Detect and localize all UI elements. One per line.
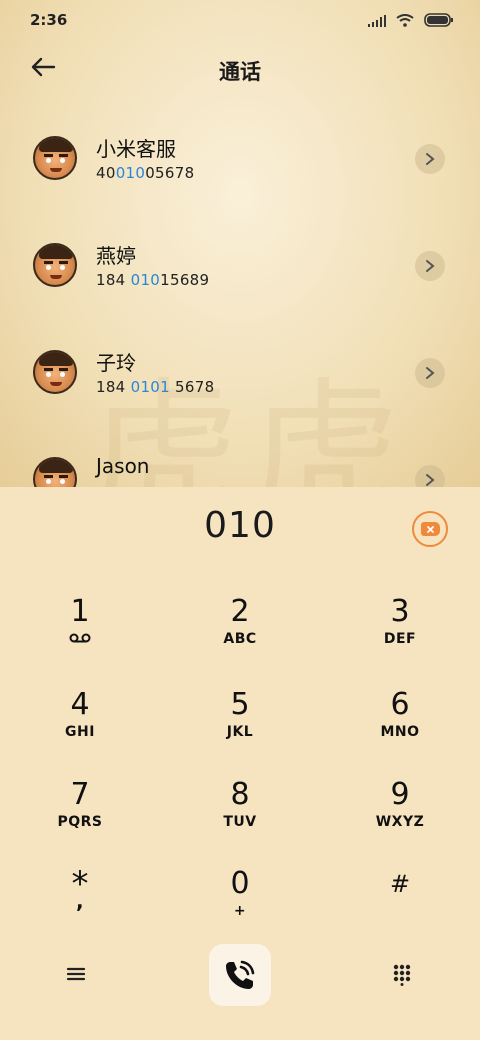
status-time: 2:36	[30, 11, 68, 29]
contact-name: 燕婷	[96, 244, 136, 268]
key-letters: +	[233, 903, 247, 919]
key-digit: 9	[390, 777, 410, 812]
key-5[interactable]: 5 JKL	[160, 680, 320, 770]
key-letters: JKL	[226, 724, 254, 740]
key-digit: 2	[230, 594, 250, 629]
contacts-area: 虎虎 2:36 通话 小米客服 4001005678 燕婷 184 010156…	[0, 0, 480, 487]
wifi-icon	[396, 12, 414, 31]
number-match: 010	[115, 164, 146, 182]
contact-row[interactable]: 燕婷 184 01015689	[0, 227, 480, 317]
avatar	[33, 350, 77, 394]
key-letters: MNO	[380, 724, 420, 740]
key-letters: GHI	[65, 724, 95, 740]
key-letters: TUV	[223, 814, 257, 830]
dial-display: 010	[204, 505, 276, 546]
menu-icon	[66, 967, 86, 981]
backspace-button[interactable]	[412, 511, 448, 547]
key-hash[interactable]: #	[320, 859, 480, 949]
contact-detail-button[interactable]	[415, 251, 445, 281]
key-1[interactable]: 1	[0, 587, 160, 677]
keypad-grid-icon	[393, 964, 411, 986]
key-digit: 3	[390, 594, 410, 629]
chevron-right-icon	[426, 260, 435, 272]
contact-detail-button[interactable]	[415, 358, 445, 388]
number-match: 0101	[130, 378, 170, 396]
key-digit: 8	[230, 777, 250, 812]
contact-name: Jason	[96, 454, 150, 478]
key-letters: PQRS	[57, 814, 103, 830]
status-icons	[368, 12, 454, 31]
key-digit: 5	[230, 687, 250, 722]
contact-detail-button[interactable]	[415, 144, 445, 174]
number-match: 010	[130, 271, 161, 289]
key-star[interactable]: * ,	[0, 859, 160, 949]
call-button[interactable]	[209, 944, 271, 1006]
key-8[interactable]: 8 TUV	[160, 770, 320, 860]
avatar	[33, 136, 77, 180]
key-6[interactable]: 6 MNO	[320, 680, 480, 770]
key-letters: DEF	[383, 631, 417, 647]
chevron-right-icon	[426, 153, 435, 165]
key-digit: 4	[70, 687, 90, 722]
bottom-bar	[0, 944, 480, 1008]
key-digit: 6	[390, 687, 410, 722]
avatar	[33, 243, 77, 287]
key-digit: 1	[70, 594, 90, 629]
avatar	[33, 457, 77, 487]
contact-name: 小米客服	[96, 137, 176, 161]
contact-number: 184 0101 5678	[96, 378, 215, 396]
key-digit: 0	[230, 866, 250, 901]
dialer-panel: 010 1 2 ABC 3 DEF 4 GHI 5 JKL 6 MNO 7 PQ…	[0, 487, 480, 1040]
contact-detail-button[interactable]	[415, 465, 445, 487]
contact-row[interactable]: 子玲 184 0101 5678	[0, 334, 480, 424]
chevron-right-icon	[426, 474, 435, 486]
key-7[interactable]: 7 PQRS	[0, 770, 160, 860]
contact-number: 4001005678	[96, 164, 195, 182]
key-2[interactable]: 2 ABC	[160, 587, 320, 677]
battery-icon	[424, 12, 454, 31]
status-bar: 2:36	[0, 0, 480, 40]
key-letters: ABC	[223, 631, 257, 647]
key-0[interactable]: 0 +	[160, 859, 320, 949]
phone-call-icon	[226, 960, 255, 989]
key-letters: WXYZ	[375, 814, 425, 830]
contact-name: 子玲	[96, 351, 136, 375]
contact-row[interactable]: Jason	[0, 441, 480, 487]
key-9[interactable]: 9 WXYZ	[320, 770, 480, 860]
key-digit: 7	[70, 777, 90, 812]
backspace-icon	[421, 522, 440, 536]
key-digit: #	[389, 870, 411, 898]
signal-icon	[368, 12, 386, 31]
contact-number: 184 01015689	[96, 271, 210, 289]
key-letters: ,	[75, 889, 85, 913]
contact-row[interactable]: 小米客服 4001005678	[0, 120, 480, 210]
key-3[interactable]: 3 DEF	[320, 587, 480, 677]
key-4[interactable]: 4 GHI	[0, 680, 160, 770]
voicemail-icon	[0, 631, 160, 647]
keypad-toggle-button[interactable]	[392, 964, 414, 986]
page-title: 通话	[219, 60, 261, 84]
header: 通话	[0, 48, 480, 92]
menu-button[interactable]	[66, 966, 90, 986]
chevron-right-icon	[426, 367, 435, 379]
